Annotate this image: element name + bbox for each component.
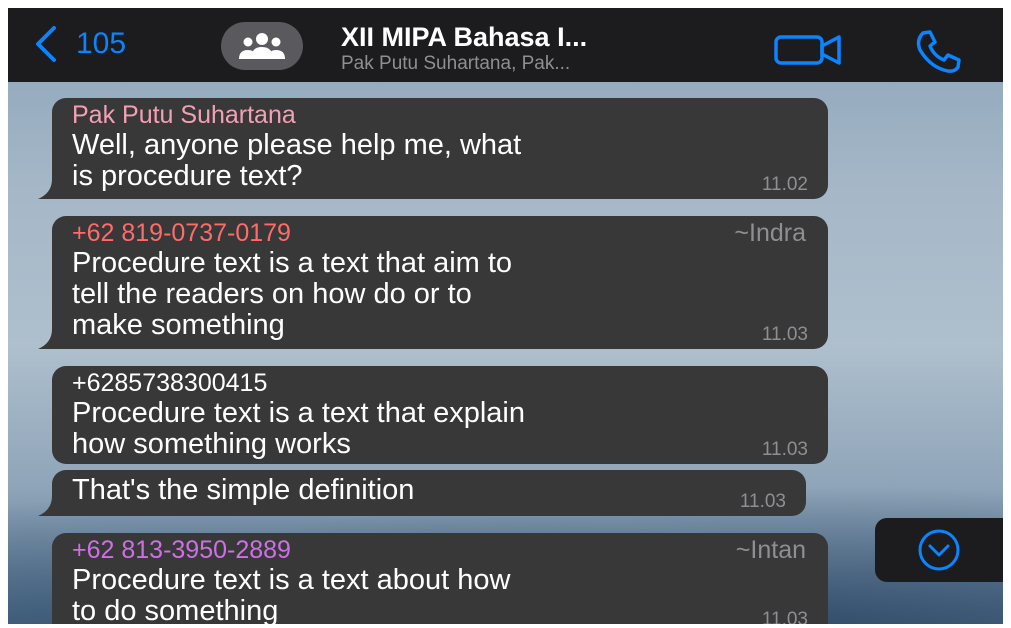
message-sender: Pak Putu Suhartana [72,101,296,129]
video-call-icon [774,35,841,65]
scroll-to-bottom-button[interactable] [875,518,1003,582]
chat-screen: 105 XII MIPA Bahasa I... Pak Putu Suhart… [8,8,1003,624]
message-bubble[interactable]: Pak Putu Suhartana Well, anyone please h… [38,98,828,199]
bubble-tail [38,329,66,349]
message-time: 11.03 [761,609,808,624]
group-avatar[interactable] [221,22,303,70]
message-bubble[interactable]: +6285738300415 Procedure text is a text … [52,366,828,464]
chat-participants: Pak Putu Suhartana, Pak... [341,53,571,74]
message-sender: +62 813-3950-2889 [72,536,291,564]
scroll-down-icon [918,529,960,571]
message-bubble[interactable]: +62 819-0737-0179 ~Indra Procedure text … [38,216,828,349]
chat-title-block[interactable]: XII MIPA Bahasa I... Pak Putu Suhartana,… [341,22,587,76]
message-time: 11.03 [739,491,786,512]
video-call-button[interactable] [773,30,845,70]
message-text-line: how something works [72,428,351,460]
message-text-line: tell the readers on how do or to [72,278,472,310]
message-bubble[interactable]: +62 813-3950-2889 ~Intan Procedure text … [52,533,828,624]
message-sender: +6285738300415 [72,369,268,397]
message-time: 11.02 [761,174,808,195]
message-text-line: Procedure text is a text that aim to [72,247,513,279]
phone-icon [916,30,961,73]
unread-count: 105 [76,27,127,60]
message-text-line: make something [72,309,285,341]
message-bubble[interactable]: That's the simple definition 11.03 [38,470,806,516]
sender-alias: ~Intan [735,536,806,564]
back-button[interactable]: 105 [32,22,126,66]
message-sender: +62 819-0737-0179 [72,219,291,247]
message-text-line: Well, anyone please help me, what [72,129,522,161]
chat-header: 105 XII MIPA Bahasa I... Pak Putu Suhart… [8,8,1003,82]
chevron-left-icon [36,26,56,62]
message-text-line: is procedure text? [72,160,303,192]
sender-alias: ~Indra [734,219,806,247]
bubble-tail [38,496,66,516]
group-avatar-icon [239,33,285,59]
bubble-tail [38,179,66,199]
message-text-line: to do something [72,595,279,625]
message-text-line: Procedure text is a text that explain [72,397,525,429]
message-text-line: Procedure text is a text about how [72,564,511,596]
voice-call-button[interactable] [913,28,963,74]
message-text-line: That's the simple definition [72,474,415,506]
message-time: 11.03 [761,439,808,460]
message-time: 11.03 [761,324,808,345]
chat-title: XII MIPA Bahasa I... [341,22,588,52]
